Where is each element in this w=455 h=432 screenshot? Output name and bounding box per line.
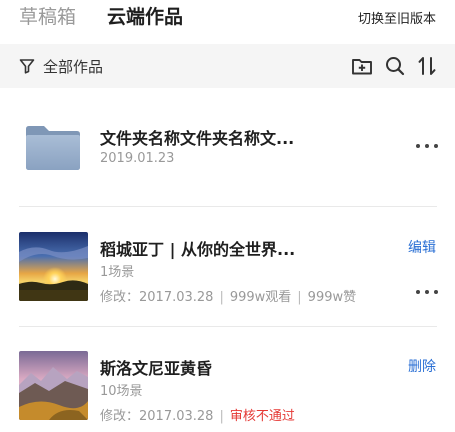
work-meta: 修改：2017.03.28 | 审核不通过 [100,405,295,424]
work-thumbnail-image [19,232,88,301]
folder-date: 2019.01.23 [100,151,175,166]
work-more-button[interactable] [416,287,438,297]
tab-drafts[interactable]: 草稿箱 [19,4,76,30]
more-dot-icon [425,144,429,148]
meta-separator: | [219,409,224,424]
work-thumbnail-image [19,351,88,420]
folder-icon [26,126,80,170]
switch-old-version-link[interactable]: 切换至旧版本 [358,8,436,27]
review-status-badge: 审核不通过 [229,409,295,424]
edit-button[interactable]: 编辑 [408,237,436,257]
more-dot-icon [434,290,438,294]
new-folder-icon [352,59,372,75]
more-dot-icon [425,290,429,294]
sort-button[interactable] [415,54,439,78]
work-scene-count: 1场景 [100,265,135,280]
work-title: 稻城亚丁 | 从你的全世界... [100,240,296,259]
more-dot-icon [416,144,420,148]
work-title: 斯洛文尼亚黄昏 [100,359,213,378]
work-meta: 修改：2017.03.28 | 999w观看 | 999w赞 [100,286,356,305]
work-modified-date: 修改：2017.03.28 [100,409,214,424]
sort-icon [418,57,436,75]
meta-separator: | [297,290,302,305]
more-dot-icon [434,144,438,148]
meta-separator: | [219,290,224,305]
divider [19,326,437,327]
filter-icon [19,59,35,74]
delete-button[interactable]: 删除 [408,356,436,376]
new-folder-button[interactable] [350,54,374,78]
top-bar: 草稿箱 云端作品 切换至旧版本 [0,0,455,44]
work-like-count: 999w赞 [307,290,357,305]
tab-cloud-works[interactable]: 云端作品 [107,4,183,30]
search-button[interactable] [383,54,407,78]
work-modified-date: 修改：2017.03.28 [100,290,214,305]
work-view-count: 999w观看 [229,290,292,305]
filter-bar: 全部作品 [0,44,455,88]
work-scene-count: 10场景 [100,384,143,399]
search-icon [386,57,405,76]
filter-label: 全部作品 [43,57,104,76]
filter-button[interactable]: 全部作品 [19,54,103,78]
folder-more-button[interactable] [416,141,438,151]
folder-title: 文件夹名称文件夹名称文... [100,129,295,148]
divider [19,206,437,207]
more-dot-icon [416,290,420,294]
